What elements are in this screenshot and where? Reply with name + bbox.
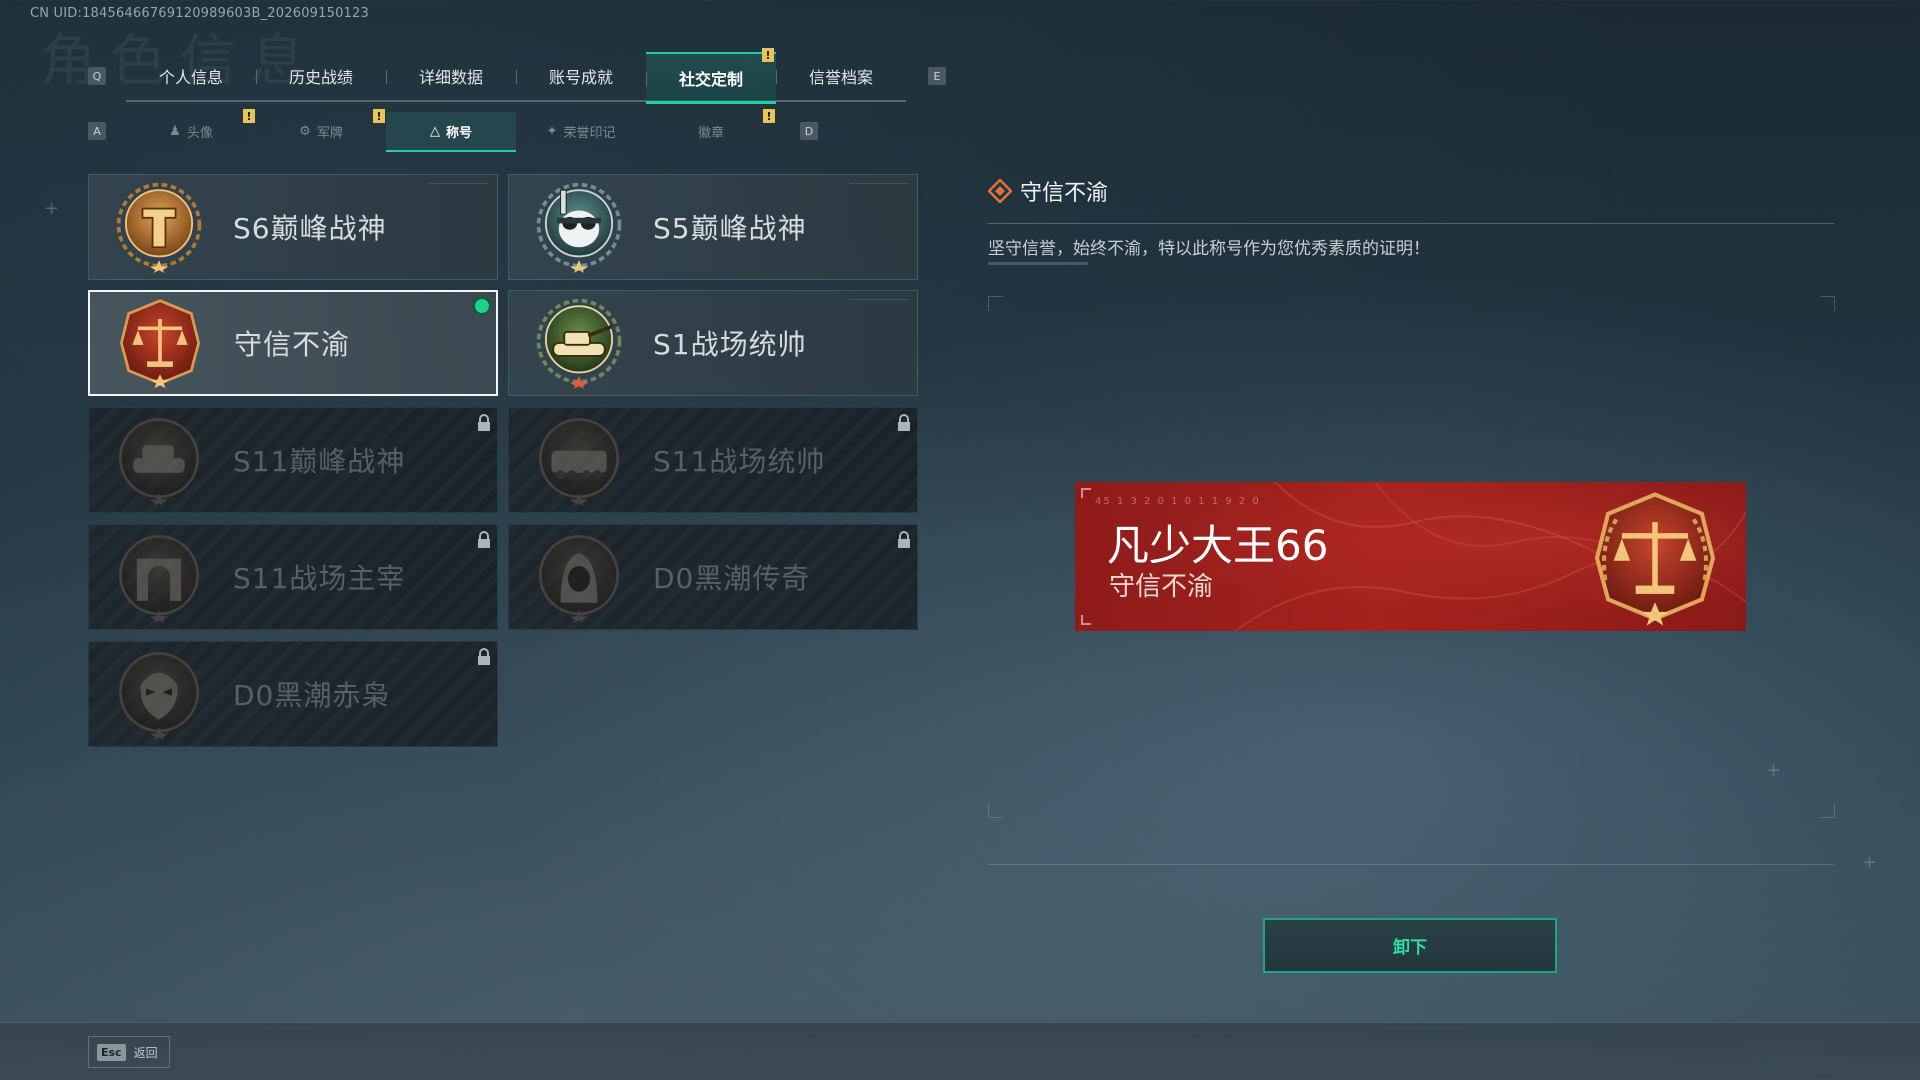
s6-emblem-icon — [116, 182, 202, 273]
badge-alert-icon: ! — [763, 109, 775, 123]
subtab-badge-label: 徽章 — [697, 125, 724, 141]
title-label: S5巅峰战神 — [653, 212, 807, 245]
sub-tab-bar: ♟ 头像 ⚙ 军牌 △ 称号 ✦ 荣誉印记 徽章 — [126, 112, 776, 152]
preview-title-name: 守信不渝 — [1109, 572, 1214, 602]
subtab-badge[interactable]: 徽章 — [646, 112, 776, 150]
footer-bar — [0, 1022, 1920, 1080]
title-preview-banner: 45 1 3 2 0 1 0 1 1 9 2 0 凡少大王66 守信不渝 — [1075, 482, 1746, 631]
s5-emblem-icon — [536, 182, 622, 273]
title-label: 守信不渝 — [234, 328, 351, 361]
title-icon: △ — [429, 123, 440, 139]
subtab-dogtag-label: 军牌 — [316, 125, 343, 141]
title-label: S1战场统帅 — [653, 328, 807, 361]
title-label: D0黑潮传奇 — [653, 562, 811, 595]
divider — [988, 223, 1834, 224]
new-alert-icon: ! — [762, 48, 774, 62]
lock-icon — [478, 414, 490, 431]
main-tab-prev-key[interactable]: Q — [88, 67, 106, 85]
title-card-d0-red-owl[interactable]: D0黑潮赤枭 — [88, 641, 498, 747]
arch-emblem-icon — [118, 535, 200, 623]
detail-title: 守信不渝 — [988, 175, 1108, 207]
preview-player-name: 凡少大王66 — [1107, 521, 1329, 570]
tab-detailed-stats[interactable]: 详细数据 — [386, 52, 516, 100]
subtab-title[interactable]: △ 称号 — [386, 112, 516, 152]
person-icon: ♟ — [169, 123, 181, 139]
unequip-button[interactable]: 卸下 — [1263, 918, 1557, 973]
title-card-s6-peak[interactable]: S6巅峰战神 — [88, 174, 498, 280]
lock-icon — [898, 531, 910, 548]
dogtag-alert-icon: ! — [373, 109, 385, 123]
hood-emblem-icon — [538, 535, 620, 623]
title-card-s11-peak[interactable]: S11巅峰战神 — [88, 407, 498, 513]
main-tab-bar: 个人信息 历史战绩 详细数据 账号成就 社交定制 信誉档案 — [126, 52, 906, 104]
s11-apc-emblem-icon — [538, 418, 620, 506]
subtab-honor-mark[interactable]: ✦ 荣誉印记 — [516, 112, 646, 150]
tab-match-history[interactable]: 历史战绩 — [256, 52, 386, 100]
esc-key: Esc — [97, 1043, 126, 1061]
tab-achievements[interactable]: 账号成就 — [516, 52, 646, 100]
bracket-corner — [1081, 615, 1091, 625]
divider — [988, 864, 1834, 865]
lock-icon — [478, 531, 490, 548]
card-deco — [849, 183, 909, 190]
s11-tank-emblem-icon — [118, 418, 200, 506]
avatar-alert-icon: ! — [243, 109, 255, 123]
detail-description: 坚守信誉，始终不渝，特以此称号作为您优秀素质的证明！ — [988, 239, 1430, 259]
tank-emblem-icon — [536, 298, 622, 389]
scales-emblem-icon — [1594, 492, 1716, 626]
title-card-keep-faith[interactable]: 守信不渝 — [88, 290, 498, 396]
title-card-s1-commander[interactable]: S1战场统帅 — [508, 290, 918, 396]
card-deco — [429, 183, 489, 190]
lock-icon — [898, 414, 910, 431]
detail-title-text: 守信不渝 — [1020, 181, 1109, 206]
subtab-avatar[interactable]: ♟ 头像 — [126, 112, 256, 150]
frame-corner — [1820, 803, 1835, 818]
crosshair-mark: + — [1862, 852, 1878, 873]
dogtag-icon: ⚙ — [299, 123, 311, 139]
equipped-indicator — [473, 297, 491, 315]
crosshair-mark: + — [44, 198, 60, 219]
crosshair-mark: + — [1766, 760, 1782, 781]
title-label: S11战场主宰 — [233, 562, 406, 595]
title-card-d0-legend[interactable]: D0黑潮传奇 — [508, 524, 918, 630]
frame-corner — [988, 296, 1003, 311]
tab-credit-record[interactable]: 信誉档案 — [776, 52, 906, 100]
title-card-s11-commander[interactable]: S11战场统帅 — [508, 407, 918, 513]
banner-code: 45 1 3 2 0 1 0 1 1 9 2 0 — [1095, 496, 1261, 507]
subtab-avatar-label: 头像 — [186, 125, 213, 141]
card-deco — [849, 299, 909, 306]
back-button[interactable]: Esc 返回 — [88, 1036, 170, 1068]
title-label: D0黑潮赤枭 — [233, 679, 391, 712]
main-tab-next-key[interactable]: E — [928, 67, 946, 85]
bracket-corner — [1081, 488, 1091, 498]
title-label: S6巅峰战神 — [233, 212, 387, 245]
sub-tab-prev-key[interactable]: A — [88, 122, 106, 140]
lock-icon — [478, 648, 490, 665]
title-label: S11战场统帅 — [653, 445, 826, 478]
mask-emblem-icon — [118, 652, 200, 740]
scales-emblem-icon — [119, 299, 201, 389]
subtab-honor-label: 荣誉印记 — [563, 125, 616, 141]
subtab-title-label: 称号 — [445, 125, 472, 141]
frame-corner — [988, 803, 1003, 818]
sub-tab-next-key[interactable]: D — [800, 122, 818, 140]
tab-personal-info[interactable]: 个人信息 — [126, 52, 256, 100]
title-label: S11巅峰战神 — [233, 445, 406, 478]
back-label: 返回 — [133, 1045, 158, 1060]
frame-corner — [1820, 296, 1835, 311]
subtab-dogtag[interactable]: ⚙ 军牌 — [256, 112, 386, 150]
diamond-icon — [988, 179, 1012, 203]
title-card-s5-peak[interactable]: S5巅峰战神 — [508, 174, 918, 280]
title-card-s11-dominator[interactable]: S11战场主宰 — [88, 524, 498, 630]
tab-social-customize[interactable]: 社交定制 — [646, 52, 776, 104]
decoration-bar — [988, 262, 1088, 265]
honor-icon: ✦ — [546, 123, 558, 139]
